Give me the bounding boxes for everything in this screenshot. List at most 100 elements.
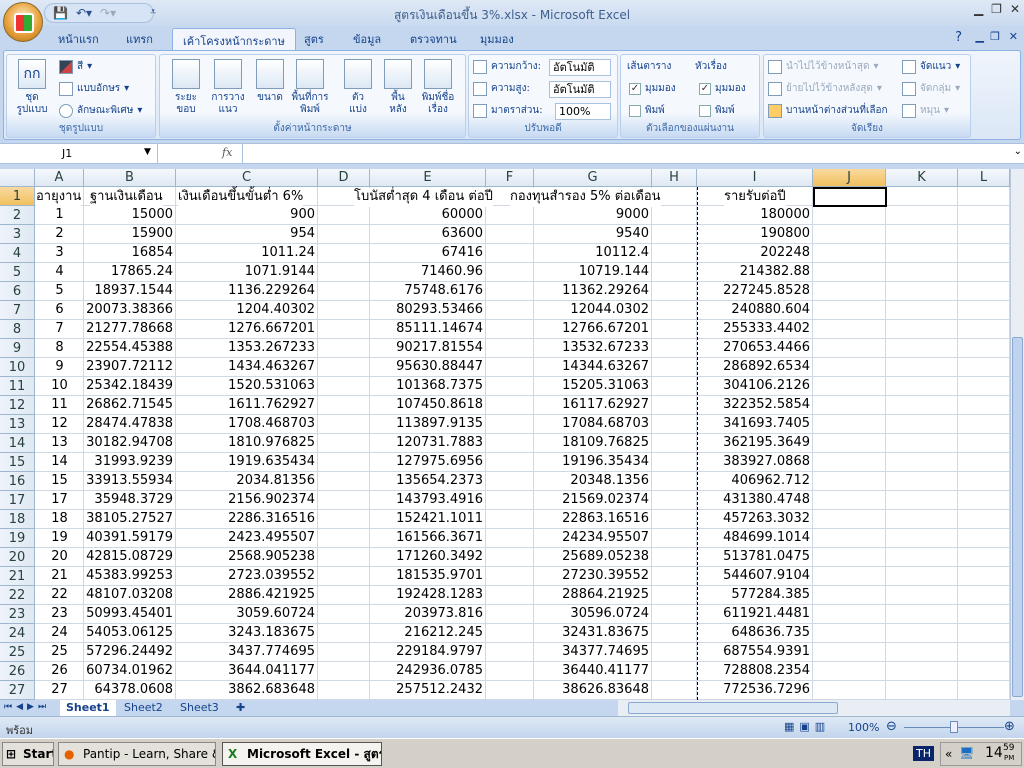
cell[interactable] xyxy=(958,529,1010,548)
taskbar-item-firefox[interactable]: ●Pantip - Learn, Share & ... xyxy=(58,742,216,766)
align-button[interactable]: จัดแนว ▾ xyxy=(902,59,960,74)
cell[interactable] xyxy=(318,624,370,643)
row-header-2[interactable]: 2 xyxy=(0,206,35,225)
cell[interactable] xyxy=(652,377,697,396)
cell[interactable] xyxy=(958,206,1010,225)
cell[interactable] xyxy=(652,320,697,339)
cell[interactable] xyxy=(886,548,958,567)
cell[interactable] xyxy=(652,415,697,434)
cell[interactable] xyxy=(958,415,1010,434)
cell[interactable] xyxy=(652,263,697,282)
cell[interactable] xyxy=(652,624,697,643)
cell[interactable] xyxy=(486,225,534,244)
cell[interactable] xyxy=(652,643,697,662)
cell[interactable] xyxy=(886,206,958,225)
column-header-A[interactable]: A xyxy=(35,169,84,187)
headings-print-checkbox[interactable]: พิมพ์ xyxy=(699,103,735,118)
workbook-restore-icon[interactable]: ❐ xyxy=(990,30,1000,43)
cell[interactable] xyxy=(886,643,958,662)
redo-icon[interactable]: ↷▾ xyxy=(100,6,116,20)
cell[interactable] xyxy=(486,396,534,415)
row-header-16[interactable]: 16 xyxy=(0,472,35,491)
cell[interactable] xyxy=(886,586,958,605)
cell[interactable] xyxy=(318,643,370,662)
themes-button[interactable]: กก ชุด รูปแบบ xyxy=(11,59,53,116)
cell[interactable] xyxy=(486,643,534,662)
cell[interactable] xyxy=(813,244,886,263)
cell[interactable] xyxy=(652,206,697,225)
cell[interactable] xyxy=(652,491,697,510)
cell[interactable] xyxy=(958,358,1010,377)
spreadsheet-grid[interactable]: A B C D E F G H I J K L 1 2 3 4 5 6 7 8 9 10 11 12 13 14 15 16 17 18 1… xyxy=(0,169,1010,700)
margins-button[interactable]: ระยะ ขอบ xyxy=(164,59,208,116)
minimize-icon[interactable]: ▁ xyxy=(974,2,983,16)
row-header-14[interactable]: 14 xyxy=(0,434,35,453)
cell[interactable] xyxy=(958,643,1010,662)
help-icon[interactable]: ? xyxy=(955,30,962,45)
row-header-22[interactable]: 22 xyxy=(0,586,35,605)
breaks-button[interactable]: ตัว แบ่ง xyxy=(336,59,380,116)
cell[interactable] xyxy=(318,282,370,301)
cell[interactable] xyxy=(958,472,1010,491)
cell[interactable] xyxy=(318,358,370,377)
selection-pane-button[interactable]: บานหน้าต่างส่วนที่เลือก xyxy=(768,103,888,118)
cell[interactable] xyxy=(958,225,1010,244)
cell[interactable] xyxy=(886,491,958,510)
cell[interactable] xyxy=(958,396,1010,415)
width-select[interactable]: อัตโนมัติ xyxy=(549,59,611,76)
cell[interactable] xyxy=(958,263,1010,282)
cell[interactable] xyxy=(813,586,886,605)
cell[interactable] xyxy=(813,225,886,244)
cell[interactable] xyxy=(958,453,1010,472)
cell[interactable] xyxy=(813,453,886,472)
cell[interactable] xyxy=(652,434,697,453)
cell[interactable] xyxy=(886,339,958,358)
cell[interactable] xyxy=(652,358,697,377)
cell[interactable] xyxy=(318,206,370,225)
zoom-slider-thumb[interactable] xyxy=(950,721,958,733)
cell[interactable] xyxy=(652,472,697,491)
row-header-25[interactable]: 25 xyxy=(0,643,35,662)
sheet-tab-sheet1[interactable]: Sheet1 xyxy=(60,700,116,716)
cell[interactable] xyxy=(813,567,886,586)
cell[interactable] xyxy=(486,358,534,377)
cell[interactable] xyxy=(652,548,697,567)
taskbar-item-excel[interactable]: XMicrosoft Excel - สูตรเ... xyxy=(222,742,382,766)
cell[interactable] xyxy=(886,624,958,643)
cell[interactable] xyxy=(886,282,958,301)
rotate-button[interactable]: หมุน ▾ xyxy=(902,103,949,118)
cell[interactable] xyxy=(486,586,534,605)
cell[interactable] xyxy=(318,434,370,453)
cell[interactable] xyxy=(652,681,697,700)
cell[interactable] xyxy=(813,529,886,548)
cell[interactable] xyxy=(652,453,697,472)
cell[interactable] xyxy=(486,624,534,643)
cell[interactable] xyxy=(958,567,1010,586)
cell[interactable] xyxy=(886,263,958,282)
cell[interactable] xyxy=(318,415,370,434)
row-header-21[interactable]: 21 xyxy=(0,567,35,586)
cell[interactable] xyxy=(486,605,534,624)
cell[interactable] xyxy=(886,358,958,377)
cell[interactable] xyxy=(813,643,886,662)
cell[interactable] xyxy=(486,320,534,339)
cell[interactable] xyxy=(958,339,1010,358)
cell[interactable] xyxy=(958,377,1010,396)
column-header-H[interactable]: H xyxy=(652,169,697,187)
ribbon-minimize-icon[interactable]: ▁ xyxy=(976,30,984,43)
close-icon[interactable]: ✕ xyxy=(1010,2,1020,16)
cell[interactable] xyxy=(486,301,534,320)
cell[interactable] xyxy=(486,263,534,282)
formula-input[interactable] xyxy=(242,144,1008,163)
row-header-13[interactable]: 13 xyxy=(0,415,35,434)
cell[interactable] xyxy=(318,548,370,567)
tab-review[interactable]: ตรวจทาน xyxy=(410,30,457,48)
cell[interactable] xyxy=(813,396,886,415)
cell[interactable] xyxy=(813,282,886,301)
cell[interactable] xyxy=(886,301,958,320)
network-icon[interactable]: 🖥 xyxy=(959,746,974,760)
cell[interactable] xyxy=(318,263,370,282)
cell[interactable] xyxy=(486,206,534,225)
cell[interactable] xyxy=(886,320,958,339)
column-header-C[interactable]: C xyxy=(176,169,318,187)
